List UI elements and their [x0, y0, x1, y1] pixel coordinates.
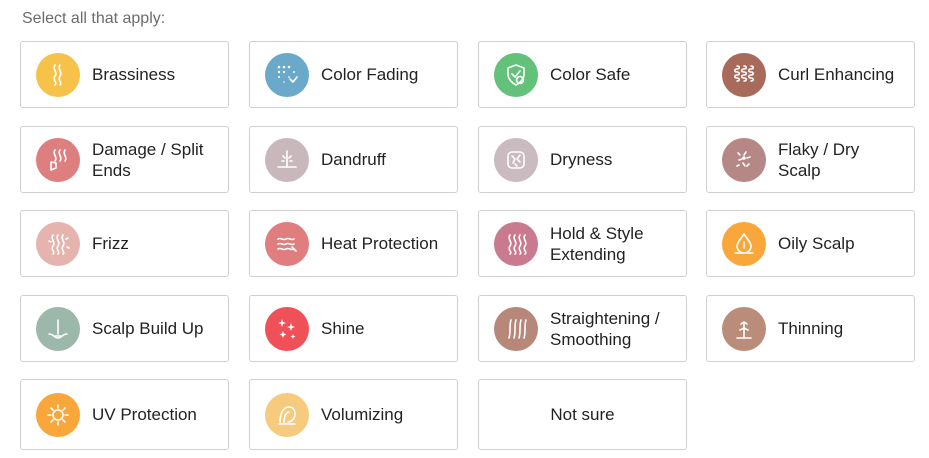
- option-card[interactable]: Dryness: [478, 126, 687, 193]
- option-card[interactable]: Color Fading: [249, 41, 458, 108]
- option-label: Hold & Style Extending: [550, 223, 644, 264]
- option-label: Brassiness: [92, 65, 176, 84]
- option-card[interactable]: Damage / Split Ends: [20, 126, 229, 193]
- option-label: Frizz: [92, 234, 129, 253]
- option-label: Color Fading: [321, 65, 419, 84]
- option-card[interactable]: UV Protection: [20, 379, 229, 450]
- sun-uv-icon: [36, 393, 80, 437]
- dandruff-icon: [265, 138, 309, 182]
- option-label: UV Protection: [92, 405, 197, 424]
- option-label: Damage / Split Ends: [92, 139, 204, 180]
- option-card[interactable]: Frizz: [20, 210, 229, 277]
- flakes-icon: [722, 138, 766, 182]
- option-label: Not sure: [550, 405, 615, 424]
- thinning-icon: [722, 307, 766, 351]
- buildup-icon: [36, 307, 80, 351]
- option-label: Volumizing: [321, 405, 404, 424]
- option-card[interactable]: Hold & Style Extending: [478, 210, 687, 277]
- sparkle-icon: [265, 307, 309, 351]
- option-card[interactable]: Thinning: [706, 295, 915, 362]
- dry-skin-icon: [494, 138, 538, 182]
- split-ends-icon: [36, 138, 80, 182]
- question-prompt: Select all that apply:: [22, 10, 166, 27]
- option-card[interactable]: Dandruff: [249, 126, 458, 193]
- option-card[interactable]: Curl Enhancing: [706, 41, 915, 108]
- option-card[interactable]: Volumizing: [249, 379, 458, 450]
- option-label: Thinning: [778, 319, 844, 338]
- hair-strand-icon: [36, 53, 80, 97]
- shield-icon: [494, 53, 538, 97]
- option-card[interactable]: Brassiness: [20, 41, 229, 108]
- frizz-icon: [36, 222, 80, 266]
- option-label: Scalp Build Up: [92, 319, 204, 338]
- option-label: Curl Enhancing: [778, 65, 895, 84]
- option-label: Shine: [321, 319, 365, 338]
- option-card[interactable]: Not sure: [478, 379, 687, 450]
- option-label: Straightening / Smoothing: [550, 308, 660, 349]
- straight-lines-icon: [494, 307, 538, 351]
- option-label: Oily Scalp: [778, 234, 855, 253]
- option-card[interactable]: Oily Scalp: [706, 210, 915, 277]
- heat-waves-icon: [265, 222, 309, 266]
- curls-icon: [722, 53, 766, 97]
- option-label: Heat Protection: [321, 234, 439, 253]
- option-label: Dryness: [550, 150, 613, 169]
- hold-waves-icon: [494, 222, 538, 266]
- option-label: Color Safe: [550, 65, 631, 84]
- option-card[interactable]: Shine: [249, 295, 458, 362]
- fading-dots-icon: [265, 53, 309, 97]
- option-card[interactable]: Scalp Build Up: [20, 295, 229, 362]
- option-card[interactable]: Straightening / Smoothing: [478, 295, 687, 362]
- option-card[interactable]: Flaky / Dry Scalp: [706, 126, 915, 193]
- option-label: Dandruff: [321, 150, 386, 169]
- oil-drop-icon: [722, 222, 766, 266]
- option-card[interactable]: Heat Protection: [249, 210, 458, 277]
- option-label: Flaky / Dry Scalp: [778, 139, 860, 180]
- option-card[interactable]: Color Safe: [478, 41, 687, 108]
- volume-icon: [265, 393, 309, 437]
